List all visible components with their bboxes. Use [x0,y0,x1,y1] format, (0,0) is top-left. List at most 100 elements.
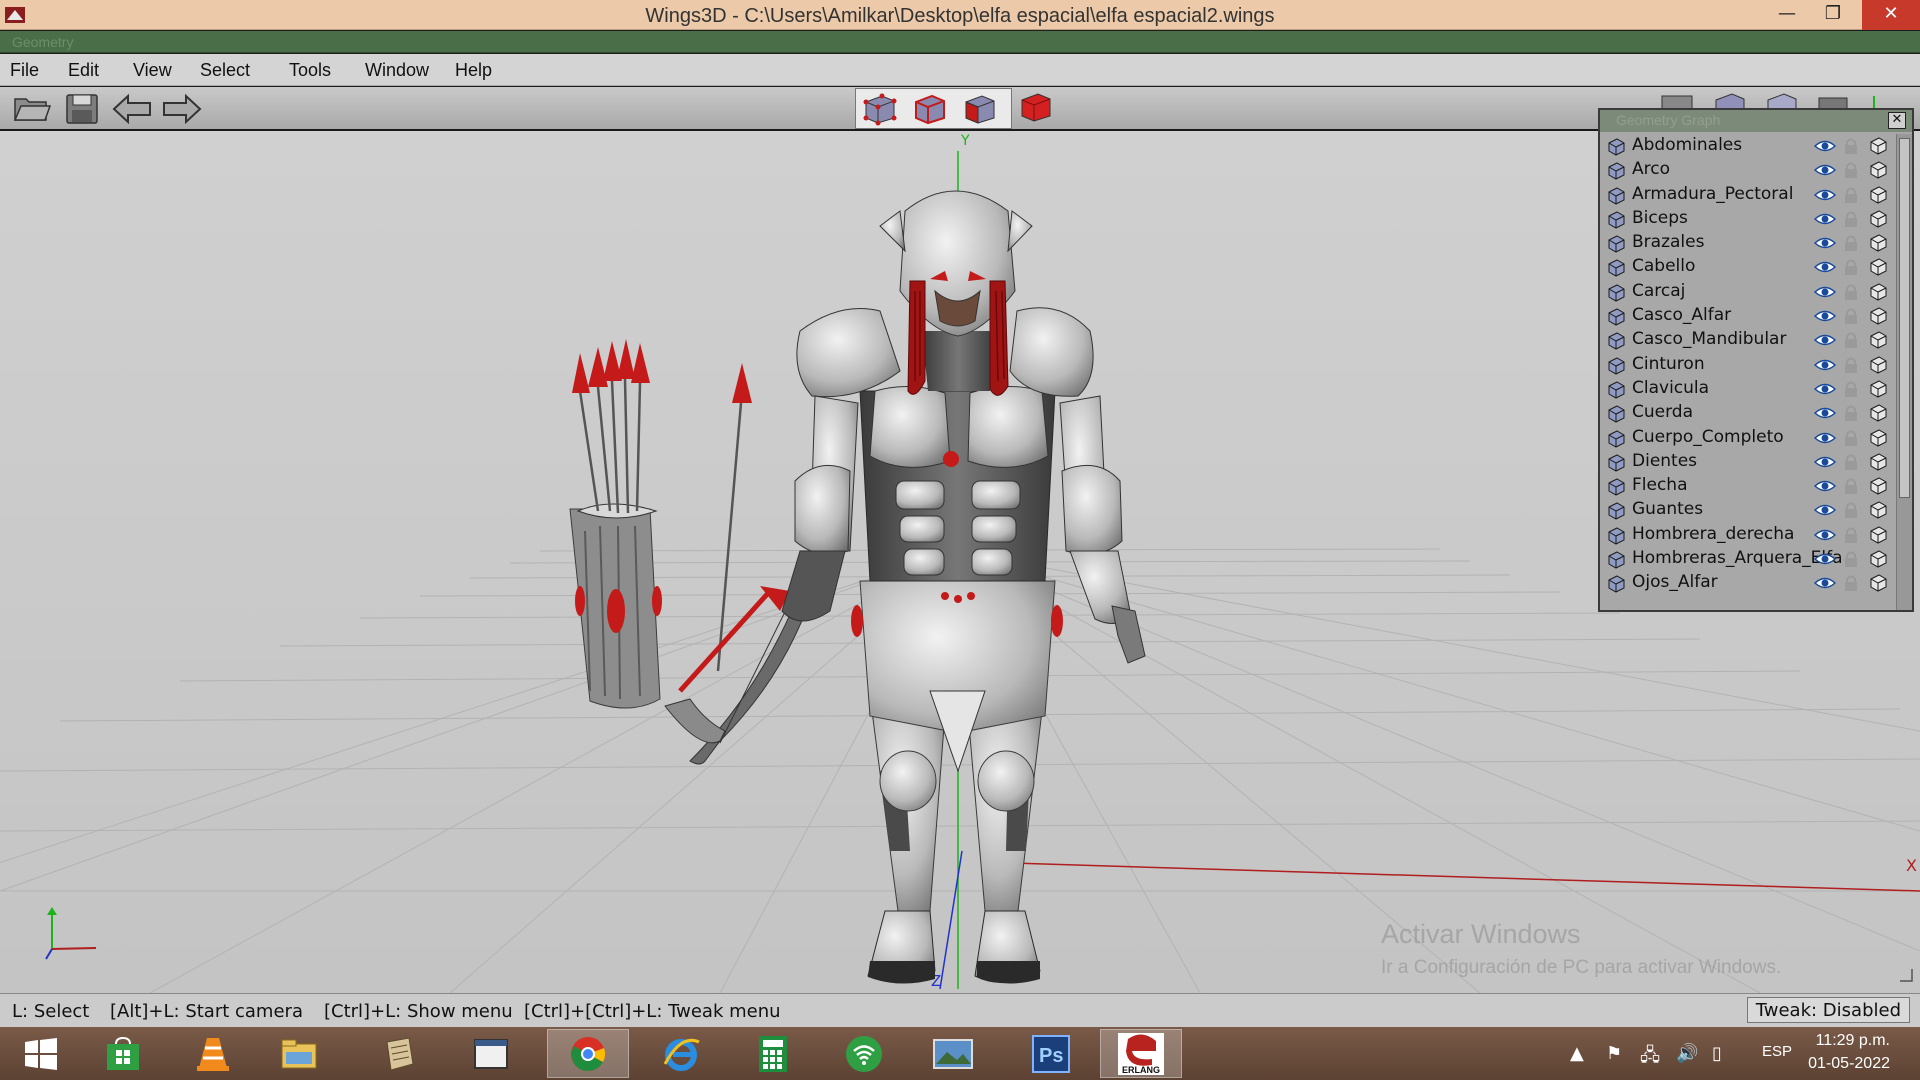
lock-icon[interactable] [1842,355,1860,375]
network-icon[interactable]: 🖧 [1640,1043,1660,1073]
visibility-eye-icon[interactable] [1814,260,1836,274]
wireframe-cube-icon[interactable] [1868,282,1888,302]
object-name[interactable]: Carcaj [1632,281,1685,301]
input-language[interactable]: ESP [1762,1043,1792,1060]
menu-window[interactable]: Window [365,60,429,81]
object-row[interactable]: Carcaj [1600,280,1896,304]
wireframe-cube-icon[interactable] [1868,330,1888,350]
wireframe-cube-icon[interactable] [1868,233,1888,253]
lock-icon[interactable] [1842,476,1860,496]
lock-icon[interactable] [1842,282,1860,302]
object-name[interactable]: Casco_Mandibular [1632,329,1786,349]
object-row[interactable]: Abdominales [1600,134,1896,158]
edge-mode-button[interactable] [908,91,950,127]
lock-icon[interactable] [1842,330,1860,350]
menu-help[interactable]: Help [455,60,492,81]
visibility-eye-icon[interactable] [1814,163,1836,177]
wireframe-cube-icon[interactable] [1868,452,1888,472]
battery-icon[interactable]: ▯ [1712,1043,1722,1064]
object-name[interactable]: Hombrera_derecha [1632,524,1794,544]
lock-icon[interactable] [1842,500,1860,520]
object-name[interactable]: Dientes [1632,451,1697,471]
tweak-status[interactable]: Tweak: Disabled [1746,997,1910,1023]
wireframe-cube-icon[interactable] [1868,403,1888,423]
visibility-eye-icon[interactable] [1814,333,1836,347]
wireframe-cube-icon[interactable] [1868,185,1888,205]
visibility-eye-icon[interactable] [1814,382,1836,396]
action-center-flag-icon[interactable]: ⚑ [1606,1043,1622,1064]
object-row[interactable]: Ojos_Alfar [1600,571,1896,595]
visibility-eye-icon[interactable] [1814,576,1836,590]
object-name[interactable]: Hombreras_Arquera_Elfa [1632,548,1843,568]
visibility-eye-icon[interactable] [1814,552,1836,566]
object-name[interactable]: Ojos_Alfar [1632,572,1718,592]
taskbar-photos[interactable] [912,1029,994,1078]
taskbar-file-explorer[interactable] [258,1029,340,1078]
visibility-eye-icon[interactable] [1814,188,1836,202]
object-name[interactable]: Cuerda [1632,402,1693,422]
lock-icon[interactable] [1842,525,1860,545]
body-mode-button[interactable] [1014,89,1056,125]
wireframe-cube-icon[interactable] [1868,573,1888,593]
menu-edit[interactable]: Edit [68,60,99,81]
taskbar-photoshop[interactable]: Ps [1010,1029,1092,1078]
wireframe-cube-icon[interactable] [1868,160,1888,180]
lock-icon[interactable] [1842,136,1860,156]
menu-select[interactable]: Select [200,60,250,81]
object-name[interactable]: Cabello [1632,256,1695,276]
minimize-button[interactable]: — [1764,0,1810,30]
visibility-eye-icon[interactable] [1814,431,1836,445]
close-icon[interactable]: ✕ [1888,112,1906,129]
visibility-eye-icon[interactable] [1814,358,1836,372]
object-name[interactable]: Flecha [1632,475,1688,495]
lock-icon[interactable] [1842,573,1860,593]
lock-icon[interactable] [1842,452,1860,472]
object-name[interactable]: Clavicula [1632,378,1709,398]
object-row[interactable]: Hombreras_Arquera_Elfa [1600,547,1896,571]
taskbar-wifi-app[interactable] [823,1029,905,1078]
object-row[interactable]: Hombrera_derecha [1600,523,1896,547]
lock-icon[interactable] [1842,185,1860,205]
start-button[interactable] [0,1029,82,1078]
object-row[interactable]: Cuerpo_Completo [1600,426,1896,450]
lock-icon[interactable] [1842,428,1860,448]
object-row[interactable]: Cuerda [1600,401,1896,425]
object-list-scrollbar[interactable] [1896,134,1912,610]
scrollbar-thumb[interactable] [1899,138,1910,498]
vertex-mode-button[interactable] [858,91,900,127]
object-row[interactable]: Armadura_Pectoral [1600,183,1896,207]
geometry-window-strip[interactable]: Geometry [0,31,1920,53]
visibility-eye-icon[interactable] [1814,285,1836,299]
wireframe-cube-icon[interactable] [1868,209,1888,229]
visibility-eye-icon[interactable] [1814,309,1836,323]
object-row[interactable]: Brazales [1600,231,1896,255]
object-row[interactable]: Arco [1600,158,1896,182]
visibility-eye-icon[interactable] [1814,503,1836,517]
wireframe-cube-icon[interactable] [1868,549,1888,569]
wireframe-cube-icon[interactable] [1868,476,1888,496]
redo-button[interactable] [160,90,204,128]
taskbar-erlang[interactable]: ERLANG [1100,1029,1182,1078]
taskbar-chrome[interactable] [547,1029,629,1078]
wireframe-cube-icon[interactable] [1868,306,1888,326]
clock-date[interactable]: 01-05-2022 [1808,1055,1890,1073]
show-hidden-icons-icon[interactable]: ▲ [1570,1043,1584,1064]
menu-file[interactable]: File [10,60,39,81]
object-name[interactable]: Cuerpo_Completo [1632,427,1784,447]
object-name[interactable]: Armadura_Pectoral [1632,184,1793,204]
face-mode-button[interactable] [958,91,1000,127]
wireframe-cube-icon[interactable] [1868,379,1888,399]
menu-tools[interactable]: Tools [289,60,331,81]
object-row[interactable]: Biceps [1600,207,1896,231]
object-row[interactable]: Guantes [1600,498,1896,522]
taskbar-calculator[interactable] [732,1029,814,1078]
wireframe-cube-icon[interactable] [1868,500,1888,520]
taskbar-vlc[interactable] [172,1029,254,1078]
geometry-graph-panel[interactable]: Geometry Graph ✕ Abdominales Arco Armadura… [1598,108,1914,612]
save-button[interactable] [60,90,104,128]
taskbar-store[interactable] [82,1029,164,1078]
close-button[interactable]: ✕ [1862,0,1920,30]
object-name[interactable]: Cinturon [1632,354,1705,374]
visibility-eye-icon[interactable] [1814,479,1836,493]
lock-icon[interactable] [1842,379,1860,399]
